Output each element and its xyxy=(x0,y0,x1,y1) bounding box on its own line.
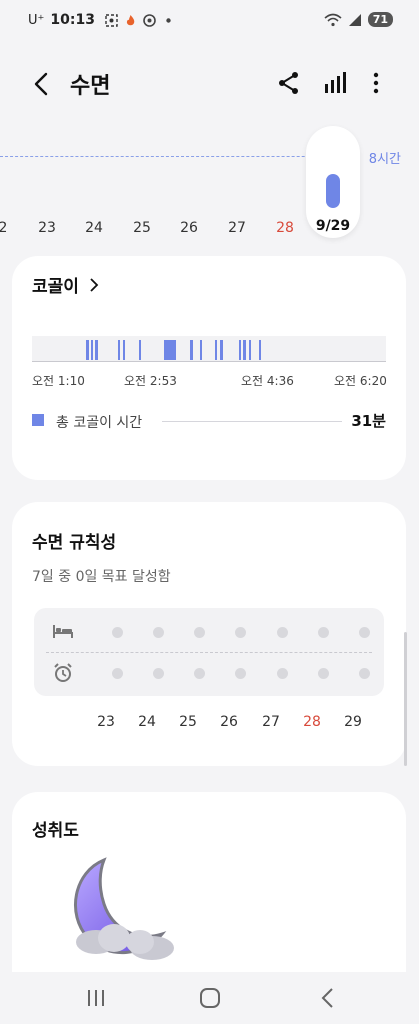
status-bar: U⁺ 10:13 71 xyxy=(0,0,419,44)
timeline-day[interactable]: 27 xyxy=(222,220,252,236)
snoring-time-label: 오전 1:10 xyxy=(32,374,85,388)
snoring-chart xyxy=(32,336,386,362)
legend-label: 총 코골이 시간 xyxy=(56,415,143,431)
moon-cloud-icon xyxy=(74,857,174,960)
clock: 10:13 xyxy=(50,12,95,28)
bedtime-dot xyxy=(359,627,370,638)
regularity-grid xyxy=(34,608,384,696)
timeline-day[interactable]: 26 xyxy=(174,220,204,236)
achievement-title: 성취도 xyxy=(32,821,79,841)
regularity-day: 25 xyxy=(179,714,197,730)
regularity-day: 28 xyxy=(303,714,321,730)
fire-icon xyxy=(126,14,135,25)
snore-mark xyxy=(220,340,223,360)
goal-hours-label: 8시간 xyxy=(368,152,401,167)
regularity-day: 29 xyxy=(344,714,362,730)
snore-mark xyxy=(91,340,93,360)
wakeup-dot xyxy=(194,668,205,679)
wifi-icon xyxy=(324,13,342,26)
recent-apps-icon[interactable] xyxy=(82,986,110,1010)
snore-mark xyxy=(86,340,89,360)
timeline-day[interactable]: 2 xyxy=(0,220,18,236)
snore-mark xyxy=(239,340,241,360)
snore-mark xyxy=(118,340,120,360)
snore-mark xyxy=(200,340,202,360)
signal-icon xyxy=(348,13,361,26)
snoring-total: 31분 xyxy=(351,412,386,430)
bedtime-dot xyxy=(153,627,164,638)
home-icon[interactable] xyxy=(196,986,224,1010)
wakeup-dot xyxy=(277,668,288,679)
back-arrow-icon[interactable] xyxy=(28,70,56,98)
regularity-subtitle: 7일 중 0일 목표 달성함 xyxy=(32,569,171,585)
wakeup-dot xyxy=(112,668,123,679)
page-title: 수면 xyxy=(70,74,111,99)
snoring-legend: 총 코골이 시간 31분 xyxy=(32,410,386,432)
regularity-day: 23 xyxy=(97,714,115,730)
snoring-title: 코골이 xyxy=(32,277,79,297)
chrome-icon xyxy=(143,13,156,27)
snore-mark xyxy=(243,340,246,360)
bedtime-dot xyxy=(235,627,246,638)
bedtime-dot xyxy=(112,627,123,638)
back-icon[interactable] xyxy=(314,986,342,1010)
chevron-right-icon[interactable] xyxy=(89,277,99,292)
carrier-label: U⁺ xyxy=(28,12,45,28)
snoring-time-label: 오전 4:36 xyxy=(241,374,294,388)
sleep-duration-bar xyxy=(326,174,340,208)
snore-mark xyxy=(215,340,217,360)
snore-mark xyxy=(95,340,98,360)
snore-mark xyxy=(259,340,261,360)
sleep-regularity-card[interactable]: 수면 규칙성 7일 중 0일 목표 달성함 23 24 25 26 27 28 … xyxy=(12,502,406,766)
timeline-day[interactable]: 25 xyxy=(127,220,157,236)
snore-mark xyxy=(190,340,193,360)
wakeup-dot xyxy=(153,668,164,679)
snore-mark xyxy=(139,340,141,360)
regularity-title: 수면 규칙성 xyxy=(32,533,117,553)
regularity-day: 27 xyxy=(262,714,280,730)
share-icon[interactable] xyxy=(276,70,302,96)
selected-day-label: 9/29 xyxy=(315,218,351,234)
achievement-card[interactable]: 성취도 xyxy=(12,792,406,972)
snore-mark xyxy=(123,340,125,360)
timeline-day[interactable]: 23 xyxy=(32,220,62,236)
legend-divider xyxy=(162,421,342,422)
battery-indicator: 71 xyxy=(367,12,393,27)
regularity-divider xyxy=(46,652,372,653)
bed-icon xyxy=(53,625,73,638)
screenshot-icon xyxy=(105,13,118,27)
bedtime-dot xyxy=(318,627,329,638)
snoring-time-label: 오전 6:20 xyxy=(334,374,387,388)
sleep-timeline[interactable]: 8시간 2 23 24 25 26 27 28 9/29 xyxy=(0,120,419,250)
snoring-card[interactable]: 코골이 오전 1:10 오전 2:53 오전 4:36 오전 6:20 총 코골… xyxy=(12,256,406,480)
scrollbar-thumb[interactable] xyxy=(404,632,407,766)
regularity-day: 24 xyxy=(138,714,156,730)
selected-day-pill[interactable]: 9/29 xyxy=(306,126,360,238)
timeline-day[interactable]: 28 xyxy=(270,220,300,236)
bedtime-dot xyxy=(277,627,288,638)
bedtime-dot xyxy=(194,627,205,638)
system-nav-bar xyxy=(0,972,419,1024)
alarm-clock-icon xyxy=(54,663,72,682)
dot-icon xyxy=(166,17,171,23)
timeline-day[interactable]: 24 xyxy=(79,220,109,236)
wakeup-dot xyxy=(318,668,329,679)
snore-mark xyxy=(249,340,251,360)
bar-chart-icon[interactable] xyxy=(322,70,348,96)
snore-mark xyxy=(164,340,176,360)
app-bar: 수면 xyxy=(0,58,419,110)
wakeup-dot xyxy=(359,668,370,679)
wakeup-dot xyxy=(235,668,246,679)
more-vert-icon[interactable] xyxy=(366,70,386,96)
snoring-time-label: 오전 2:53 xyxy=(124,374,177,388)
regularity-day: 26 xyxy=(220,714,238,730)
legend-swatch xyxy=(32,414,44,426)
